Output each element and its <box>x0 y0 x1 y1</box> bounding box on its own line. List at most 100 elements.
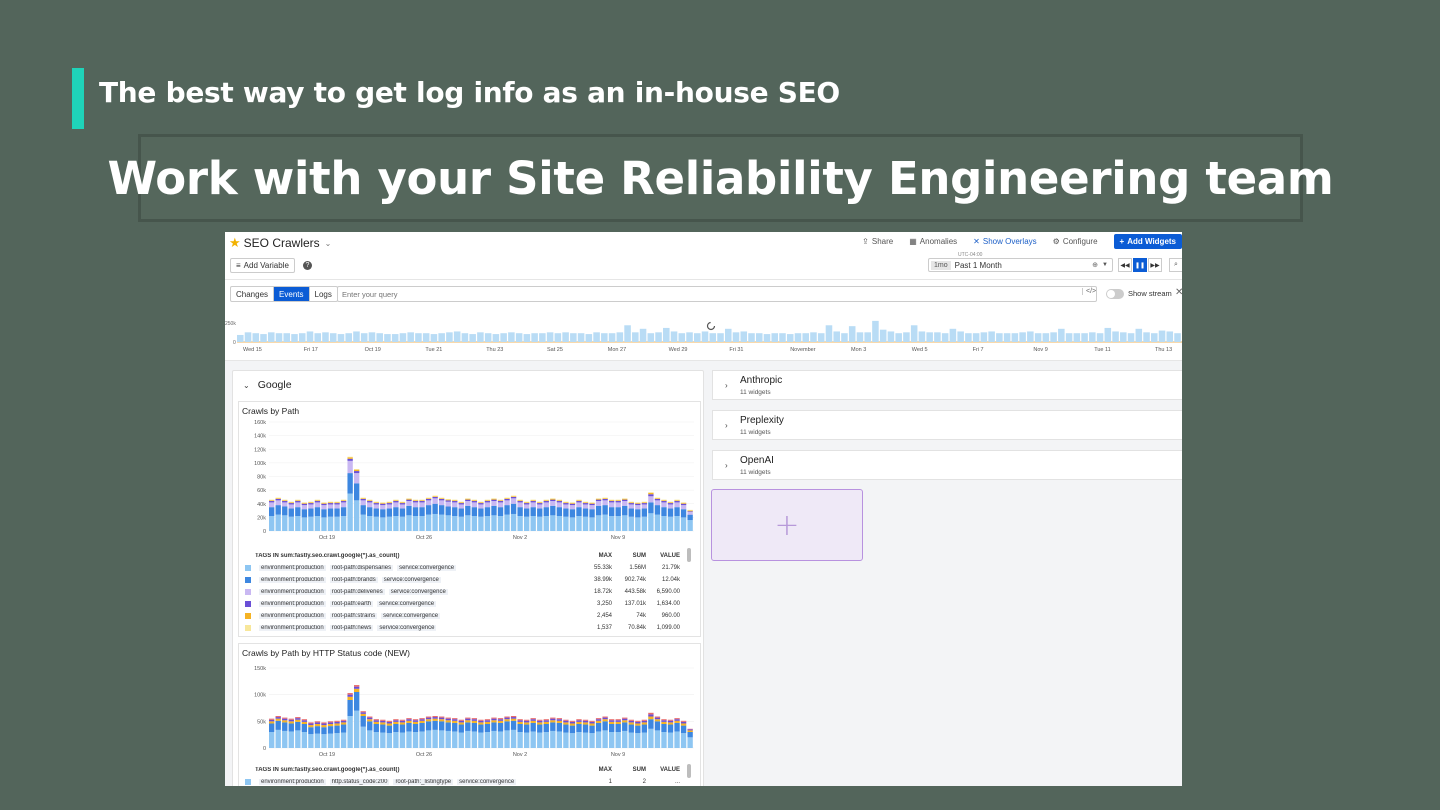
code-icon[interactable]: </> <box>1082 288 1096 295</box>
legend-row[interactable]: environment:production root-path:brands se… <box>245 574 680 586</box>
group-preplexity[interactable]: › Preplexity 11 widgets <box>712 410 1182 440</box>
stacked-bar-segment <box>687 520 693 531</box>
stacked-bar-segment <box>432 720 438 730</box>
forward-button[interactable]: ▶▶ <box>1148 258 1162 272</box>
stacked-bar-segment <box>282 717 288 719</box>
stacked-bar-segment <box>537 724 543 733</box>
add-group-tile[interactable]: + <box>711 489 863 561</box>
stacked-bar-segment <box>622 717 628 719</box>
tab-changes[interactable]: Changes <box>231 287 275 301</box>
stacked-bar-segment <box>478 516 484 531</box>
stacked-bar-segment <box>517 501 523 503</box>
tab-logs[interactable]: Logs <box>310 287 337 301</box>
stacked-bar-segment <box>386 504 393 509</box>
group-header-google[interactable]: ⌄ Google <box>243 379 292 391</box>
help-icon[interactable]: ? <box>302 260 312 270</box>
stacked-bar-segment <box>314 733 321 748</box>
tag-chip: root-path:strains <box>329 613 378 619</box>
legend-row[interactable]: environment:production root-path:dispensa… <box>245 562 680 574</box>
legend-row[interactable]: environment:production http.status_code:2… <box>245 776 680 786</box>
query-input[interactable] <box>337 286 1097 302</box>
stacked-bar-segment <box>510 496 517 497</box>
chevron-right-icon[interactable]: › <box>725 381 728 390</box>
stacked-bar-segment <box>550 515 556 531</box>
widget-count: 11 widgets <box>740 429 771 436</box>
y-tick-label: 160k <box>254 420 266 426</box>
stacked-bar-segment <box>425 721 432 731</box>
add-variable-button[interactable]: ≡ Add Variable <box>230 257 295 273</box>
configure-button[interactable]: ⚙ Configure <box>1053 237 1098 246</box>
stacked-bar-segment <box>504 514 510 531</box>
zoom-icon[interactable]: ⌕ <box>1169 258 1182 272</box>
chevron-down-icon[interactable]: ⌄ <box>243 381 250 390</box>
timeline-bar <box>322 332 329 342</box>
stacked-bar-segment <box>275 498 281 501</box>
stacked-bar-segment <box>399 732 406 748</box>
stacked-bar-segment <box>275 497 281 499</box>
stacked-bar-segment <box>471 502 478 508</box>
stacked-bar-segment <box>301 517 308 531</box>
widget-crawls-by-path[interactable]: Crawls by Path 160k 140k 120k 100k 80k 60k 40k… <box>238 401 701 637</box>
timeline-bar <box>833 331 840 342</box>
legend-row[interactable]: environment:production root-path:earth ser… <box>245 598 680 610</box>
crawls-by-status-chart[interactable]: 150k 100k 50k 0 Oct 19 Oct 26 Nov 2 Nov 9 <box>239 660 701 764</box>
legend-value: 2,454 <box>596 613 612 619</box>
stacked-bar-segment <box>399 503 406 505</box>
timeline-bar <box>786 334 794 342</box>
stacked-bar-segment <box>327 721 334 723</box>
group-openai[interactable]: › OpenAI 11 widgets <box>712 450 1182 480</box>
scrollbar[interactable] <box>687 548 691 562</box>
stacked-bar-segment <box>275 718 281 721</box>
stacked-bar-segment <box>654 497 661 499</box>
pause-button[interactable]: ❚❚ <box>1133 258 1147 272</box>
stacked-bar-segment <box>445 499 451 501</box>
chevron-down-icon[interactable]: ⌄ <box>325 239 332 248</box>
scrollbar[interactable] <box>687 764 691 778</box>
stacked-bar-segment <box>609 500 615 502</box>
dashboard-topbar: ★ SEO Crawlers ⌄ ⇪ Share ▦ Anomalies ✕ Show… <box>225 232 1182 254</box>
legend-header-cell: TAGS IN sum:fastly.seo.crawl.google{*}.a… <box>255 553 400 559</box>
chevron-down-icon[interactable]: ▼ <box>1102 262 1108 268</box>
show-overlays-button[interactable]: ✕ Show Overlays <box>973 237 1037 246</box>
stacked-bar-segment <box>314 516 321 531</box>
add-widgets-button[interactable]: + Add Widgets <box>1113 234 1182 249</box>
close-icon[interactable]: ✕ <box>1175 287 1182 298</box>
legend-row[interactable]: environment:production root-path:deliveri… <box>245 586 680 598</box>
tab-events[interactable]: Events <box>274 287 310 301</box>
widget-crawls-by-status[interactable]: Crawls by Path by HTTP Status code (NEW)… <box>238 643 701 786</box>
events-timeline[interactable]: 250k 0 Wed 15 Fri 17 Oct 19 Tue 21 Thu 23 Sat 2… <box>225 315 1182 359</box>
stacked-bar-segment <box>373 508 379 517</box>
dashboard-title[interactable]: ★ SEO Crawlers ⌄ <box>229 235 331 251</box>
chevron-right-icon[interactable]: › <box>725 421 728 430</box>
stacked-bar-segment <box>393 516 399 531</box>
y-tick-label: 40k <box>257 502 266 508</box>
timeline-bar <box>748 333 755 342</box>
time-range-picker[interactable]: 1mo Past 1 Month ⊕ ▼ <box>928 258 1113 272</box>
stacked-bar-segment <box>406 722 412 732</box>
share-button[interactable]: ⇪ Share <box>862 237 893 246</box>
stacked-bar-segment <box>419 719 425 721</box>
crawls-by-path-chart[interactable]: 160k 140k 120k 100k 80k 60k 40k 20k 0 Oct 19 Oct 2… <box>239 418 701 556</box>
stacked-bar-segment <box>314 501 321 503</box>
stacked-bar-segment <box>458 732 464 748</box>
legend-row[interactable]: environment:production root-path:news serv… <box>245 622 680 634</box>
stacked-bar-segment <box>478 732 484 748</box>
stacked-bar-segment <box>445 506 451 516</box>
anomalies-button[interactable]: ▦ Anomalies <box>909 237 957 246</box>
stacked-bar-segment <box>269 721 275 724</box>
rewind-button[interactable]: ◀◀ <box>1118 258 1132 272</box>
stacked-bar-segment <box>321 517 327 531</box>
stacked-bar-segment <box>602 500 608 506</box>
show-stream-toggle[interactable] <box>1106 289 1124 299</box>
legend-row[interactable]: environment:production root-path:strains s… <box>245 610 680 622</box>
stacked-bar-segment <box>308 722 314 724</box>
star-icon[interactable]: ★ <box>229 235 241 251</box>
stacked-bar-segment <box>471 718 478 720</box>
stacked-bar-segment <box>334 508 340 517</box>
stacked-bar-segment <box>569 725 576 734</box>
group-anthropic[interactable]: › Anthropic 11 widgets <box>712 370 1182 400</box>
pin-icon[interactable]: ⊕ <box>1092 261 1098 269</box>
stacked-bar-segment <box>347 458 353 461</box>
chevron-right-icon[interactable]: › <box>725 461 728 470</box>
stacked-bar-segment <box>628 719 634 721</box>
